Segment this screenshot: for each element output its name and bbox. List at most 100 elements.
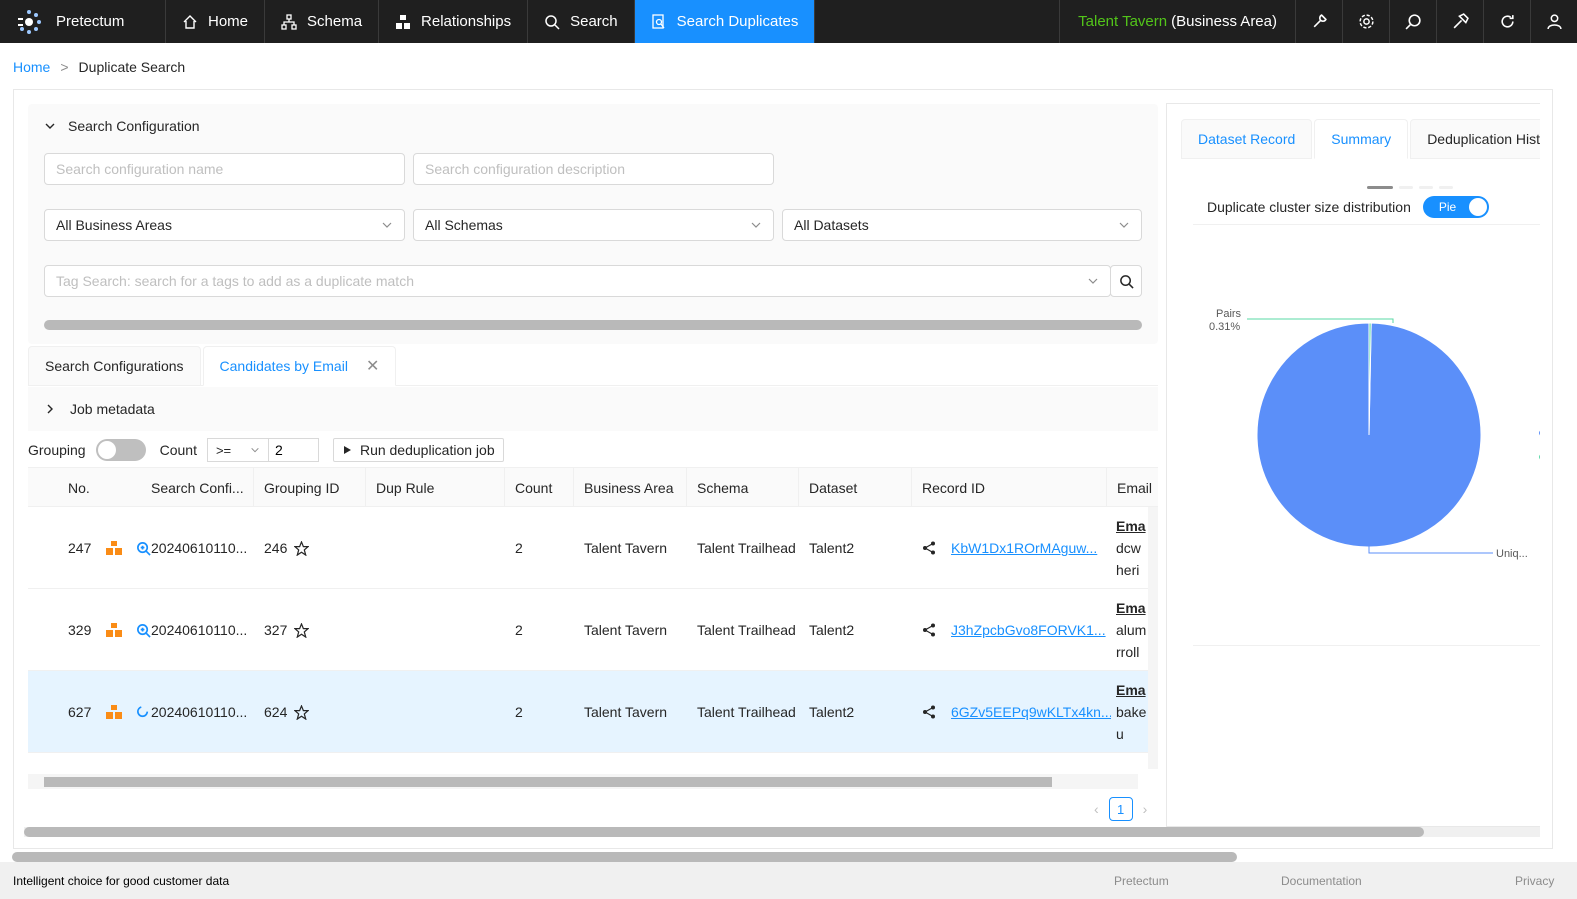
- admin-button[interactable]: [1436, 0, 1483, 43]
- chevron-down-icon: [251, 447, 259, 453]
- org-icon[interactable]: [96, 507, 122, 589]
- footer-link-documentation[interactable]: Documentation: [1281, 874, 1362, 888]
- share-icon[interactable]: [912, 589, 936, 671]
- business-area-selector[interactable]: Talent Tavern (Business Area): [1059, 0, 1295, 43]
- run-deduplication-label: Run deduplication job: [359, 442, 495, 458]
- business-area-suffix: (Business Area): [1171, 13, 1277, 30]
- tag-search-select[interactable]: Tag Search: search for a tags to add as …: [44, 265, 1111, 297]
- business-area-select[interactable]: All Business Areas: [44, 209, 405, 241]
- tab-dataset-record[interactable]: Dataset Record: [1181, 119, 1313, 159]
- star-icon[interactable]: [284, 589, 309, 671]
- hammer-icon: [1453, 13, 1469, 29]
- table-row[interactable]: 247 20240610110... 246 2 Talent Tavern T…: [28, 507, 1148, 589]
- share-icon[interactable]: [912, 507, 936, 589]
- refresh-button[interactable]: [1483, 0, 1530, 43]
- column-header-grouping-id[interactable]: Grouping ID: [254, 468, 366, 507]
- count-value-input[interactable]: [268, 438, 319, 462]
- footer-link-privacy[interactable]: Privacy: [1515, 874, 1554, 888]
- row-no: 247: [68, 540, 92, 556]
- breadcrumb-current: Duplicate Search: [78, 59, 186, 75]
- column-header-dataset[interactable]: Dataset: [799, 468, 912, 507]
- brand[interactable]: Pretectum: [0, 0, 166, 43]
- org-icon[interactable]: [96, 671, 122, 753]
- star-icon[interactable]: [284, 507, 309, 589]
- page-scroll-thumb[interactable]: [12, 852, 1237, 862]
- row-email-value: bake: [1116, 704, 1147, 720]
- close-icon[interactable]: ✕: [366, 356, 379, 376]
- table-vertical-scrollbar[interactable]: [1148, 507, 1158, 769]
- star-icon[interactable]: [284, 671, 309, 753]
- chart-type-switch[interactable]: Pie: [1422, 196, 1489, 218]
- column-header-record-id[interactable]: Record ID: [912, 468, 1107, 507]
- column-header-email[interactable]: Email: [1107, 468, 1158, 507]
- tools-button[interactable]: [1295, 0, 1342, 43]
- column-header-schema[interactable]: Schema: [687, 468, 799, 507]
- global-search-button[interactable]: [1389, 0, 1436, 43]
- pairs-label: Pairs: [1216, 308, 1242, 320]
- legend-dot-pairs[interactable]: [1539, 454, 1540, 460]
- user-button[interactable]: [1530, 0, 1577, 43]
- nav-search-duplicates[interactable]: Search Duplicates: [634, 0, 816, 43]
- column-header-search-config[interactable]: Search Confi...: [141, 468, 254, 507]
- schema-select[interactable]: All Schemas: [413, 209, 774, 241]
- carousel-dots[interactable]: [1367, 186, 1453, 189]
- main-horizontal-scrollbar[interactable]: [24, 827, 1540, 837]
- column-header-count[interactable]: Count: [505, 468, 574, 507]
- tab-summary[interactable]: Summary: [1314, 119, 1409, 159]
- table-horizontal-scrollbar[interactable]: [28, 774, 1138, 789]
- dedup-controls: Grouping Count >= Run deduplication job: [28, 437, 504, 463]
- nav-relationships[interactable]: Relationships: [379, 0, 529, 43]
- tab-deduplication-history[interactable]: Deduplication Histo: [1410, 119, 1540, 159]
- nav-home[interactable]: Home: [166, 0, 266, 43]
- row-schema: Talent Trailhead: [697, 540, 796, 556]
- column-header-no[interactable]: No.: [58, 468, 148, 507]
- grouping-toggle[interactable]: [95, 439, 146, 461]
- table-row-selected[interactable]: 627 20240610110... 624 2 Talent Tavern T…: [28, 671, 1148, 753]
- run-deduplication-button[interactable]: Run deduplication job: [332, 438, 504, 462]
- main-scroll-thumb[interactable]: [24, 827, 1424, 837]
- carousel-dot[interactable]: [1399, 186, 1413, 189]
- grouping-toggle-knob: [97, 441, 116, 459]
- page-horizontal-scrollbar[interactable]: [12, 852, 1552, 862]
- tab-candidates-by-email[interactable]: Candidates by Email ✕: [202, 346, 397, 386]
- column-header-dup-rule[interactable]: Dup Rule: [366, 468, 505, 507]
- carousel-dot[interactable]: [1367, 186, 1393, 189]
- org-icon[interactable]: [96, 589, 122, 671]
- config-description-input[interactable]: [413, 153, 774, 185]
- config-horizontal-scrollbar[interactable]: [44, 320, 1142, 330]
- next-page-icon[interactable]: ›: [1143, 801, 1148, 817]
- row-email: Ema alum rroll: [1116, 589, 1150, 671]
- job-metadata-collapse[interactable]: Job metadata: [28, 387, 1158, 431]
- config-name-input[interactable]: [44, 153, 405, 185]
- table-scroll-thumb[interactable]: [44, 777, 1052, 787]
- chart-type-switch-knob: [1468, 198, 1487, 216]
- tab-search-configurations[interactable]: Search Configurations: [28, 346, 201, 386]
- search-configuration-header[interactable]: Search Configuration: [44, 118, 200, 134]
- settings-button[interactable]: [1342, 0, 1389, 43]
- tag-search-button[interactable]: [1110, 265, 1142, 297]
- row-record-id-link[interactable]: KbW1Dx1ROrMAguw...: [941, 507, 1111, 589]
- table-row[interactable]: 329 20240610110... 327 2 Talent Tavern T…: [28, 589, 1148, 671]
- nav-schema[interactable]: Schema: [265, 0, 380, 43]
- count-label: Count: [159, 442, 197, 458]
- details-tabs: Dataset Record Summary Deduplication His…: [1181, 119, 1540, 159]
- row-record-id-link[interactable]: 6GZv5EEPq9wKLTx4kn...: [941, 671, 1111, 753]
- carousel-dot[interactable]: [1419, 186, 1433, 189]
- prev-page-icon[interactable]: ‹: [1094, 801, 1099, 817]
- grouping-label: Grouping: [28, 442, 86, 458]
- breadcrumb-home[interactable]: Home: [13, 59, 50, 75]
- share-icon[interactable]: [912, 671, 936, 753]
- carousel-dot[interactable]: [1439, 186, 1453, 189]
- chevron-down-icon: [751, 222, 761, 228]
- legend-dot-unique[interactable]: [1539, 430, 1540, 436]
- dataset-select[interactable]: All Datasets: [782, 209, 1142, 241]
- footer-link-pretectum[interactable]: Pretectum: [1114, 874, 1169, 888]
- row-record-id-link[interactable]: J3hZpcbGvo8FORVK1...: [941, 589, 1111, 671]
- relationships-icon: [396, 14, 411, 29]
- page-number[interactable]: 1: [1108, 797, 1133, 821]
- count-operator-select[interactable]: >=: [206, 438, 269, 462]
- search-icon: [545, 14, 560, 30]
- nav-search[interactable]: Search: [528, 0, 635, 43]
- column-header-business-area[interactable]: Business Area: [574, 468, 687, 507]
